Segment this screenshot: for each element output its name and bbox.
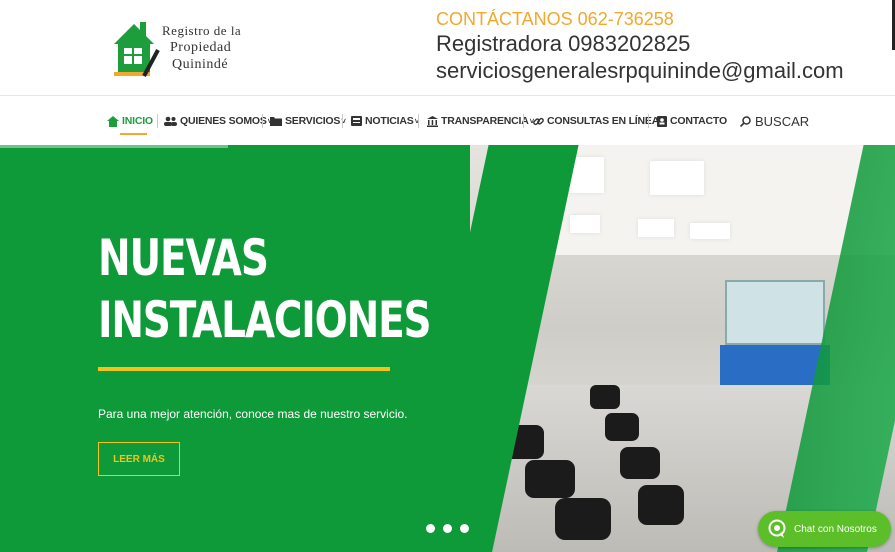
slider-dot-1[interactable] <box>426 524 435 533</box>
home-icon <box>107 115 119 127</box>
site-logo[interactable]: Registro de la Propiedad Quinindé <box>110 14 260 80</box>
photo-light <box>650 161 704 195</box>
nav-item-inicio[interactable]: INICIO <box>107 112 153 130</box>
nav-item-transparencia[interactable]: TRANSPARENCIA ˅ <box>427 112 534 130</box>
hero-title-line2: INSTALACIONES <box>98 291 432 349</box>
nav-label: TRANSPARENCIA <box>441 115 529 127</box>
chat-widget-button[interactable]: Chat con Nosotros <box>758 511 891 547</box>
contact-card-icon <box>657 115 667 127</box>
house-pen-logo-icon <box>114 22 160 77</box>
nav-label: CONTACTO <box>670 115 727 127</box>
hero-title-line1: NUEVAS <box>98 229 269 287</box>
slider-progress <box>0 145 228 148</box>
nav-item-quienes-somos[interactable]: QUIENES SOMOS ˅ <box>164 112 272 130</box>
logo-line1: Registro de la <box>162 23 242 38</box>
nav-label: SERVICIOS <box>285 115 341 127</box>
logo-line2: Propiedad <box>170 40 232 55</box>
photo-light <box>690 223 730 239</box>
search-button[interactable]: BUSCAR <box>740 114 809 129</box>
users-icon <box>164 116 177 126</box>
chat-icon <box>768 519 786 538</box>
institution-icon <box>427 115 438 127</box>
hero-divider <box>98 367 390 371</box>
search-icon <box>740 116 751 127</box>
contact-phone: CONTÁCTANOS 062-736258 <box>436 9 674 29</box>
site-header: Registro de la Propiedad Quinindé CONTÁC… <box>0 0 895 96</box>
logo-text: Registro de la Propiedad Quinindé <box>162 22 241 73</box>
nav-divider <box>342 114 343 128</box>
nav-label: INICIO <box>122 115 153 127</box>
nav-divider <box>523 114 524 128</box>
contact-email[interactable]: serviciosgeneralesrpquininde@gmail.com <box>436 57 844 84</box>
nav-divider <box>262 114 263 128</box>
photo-window <box>725 280 825 345</box>
slider-dot-3[interactable] <box>460 524 469 533</box>
hero-title: NUEVAS INSTALACIONES <box>98 227 432 351</box>
nav-item-noticias[interactable]: NOTICIAS ˅ <box>351 112 419 130</box>
slider-dots <box>426 524 469 533</box>
nav-divider <box>157 114 158 128</box>
nav-item-contacto[interactable]: CONTACTO <box>657 112 727 130</box>
photo-light <box>570 215 600 233</box>
nav-label: QUIENES SOMOS <box>180 115 267 127</box>
nav-divider <box>418 114 419 128</box>
hero-slider: NUEVAS INSTALACIONES Para una mejor aten… <box>0 145 895 552</box>
nav-item-consultas-en-linea[interactable]: CONSULTAS EN LÍNEA ˅ <box>533 112 665 130</box>
search-label: BUSCAR <box>755 114 810 129</box>
read-more-button[interactable]: LEER MÁS <box>98 442 180 476</box>
chat-label: Chat con Nosotros <box>794 523 877 535</box>
link-icon <box>533 117 544 125</box>
hero-subtitle: Para una mejor atención, conoce mas de n… <box>98 407 408 421</box>
contact-block: CONTÁCTANOS 062-736258 Registradora 0983… <box>436 8 844 84</box>
photo-light <box>638 219 674 237</box>
slider-dot-2[interactable] <box>443 524 452 533</box>
folder-icon <box>270 117 282 126</box>
registrar-phone: Registradora 0983202825 <box>436 31 691 56</box>
logo-line3: Quinindé <box>172 57 229 72</box>
nav-label: NOTICIAS <box>365 115 414 127</box>
nav-item-servicios[interactable]: SERVICIOS ˅ <box>270 112 346 130</box>
nav-label: CONSULTAS EN LÍNEA <box>547 115 660 127</box>
newspaper-icon <box>351 116 362 126</box>
active-indicator <box>120 133 147 135</box>
nav-divider <box>648 114 649 128</box>
